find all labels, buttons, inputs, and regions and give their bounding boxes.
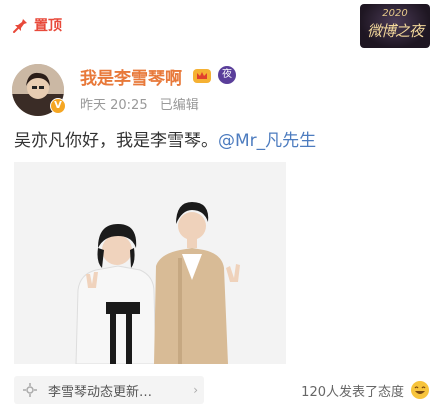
username[interactable]: 我是李雪琴啊: [80, 64, 182, 89]
pin-label: 置顶: [34, 18, 62, 34]
pinned-indicator: 置顶: [12, 14, 62, 36]
pin-icon: [13, 17, 27, 33]
reaction-count: 120人发表了态度: [301, 384, 404, 400]
crown-vip-icon[interactable]: [192, 66, 212, 84]
verified-icon: V: [50, 98, 66, 114]
edited-label[interactable]: 已编辑: [160, 98, 199, 113]
reaction-summary[interactable]: 120人发表了态度: [301, 380, 430, 400]
chevron-right-icon: ›: [193, 383, 198, 397]
post-text: 吴亦凡你好，我是李雪琴。@Mr_凡先生: [14, 126, 316, 151]
post-meta: 昨天 20:25 已编辑: [80, 94, 207, 113]
post-body: 吴亦凡你好，我是李雪琴。: [14, 131, 218, 151]
smile-emoji-icon: [411, 381, 429, 399]
event-badge[interactable]: 2020 微博之夜: [360, 4, 430, 48]
mention-link[interactable]: @Mr_凡先生: [218, 131, 316, 151]
photo-image: [14, 162, 286, 364]
event-year: 2020: [382, 8, 408, 19]
topic-icon: [23, 383, 37, 397]
post-photo[interactable]: [14, 162, 286, 364]
event-name: 微博之夜: [366, 22, 424, 40]
post-time: 昨天 20:25: [80, 98, 148, 113]
topic-link[interactable]: 李雪琴动态更新… ›: [14, 376, 204, 404]
level-badge[interactable]: 夜: [218, 66, 236, 84]
topic-label: 李雪琴动态更新…: [48, 384, 153, 400]
